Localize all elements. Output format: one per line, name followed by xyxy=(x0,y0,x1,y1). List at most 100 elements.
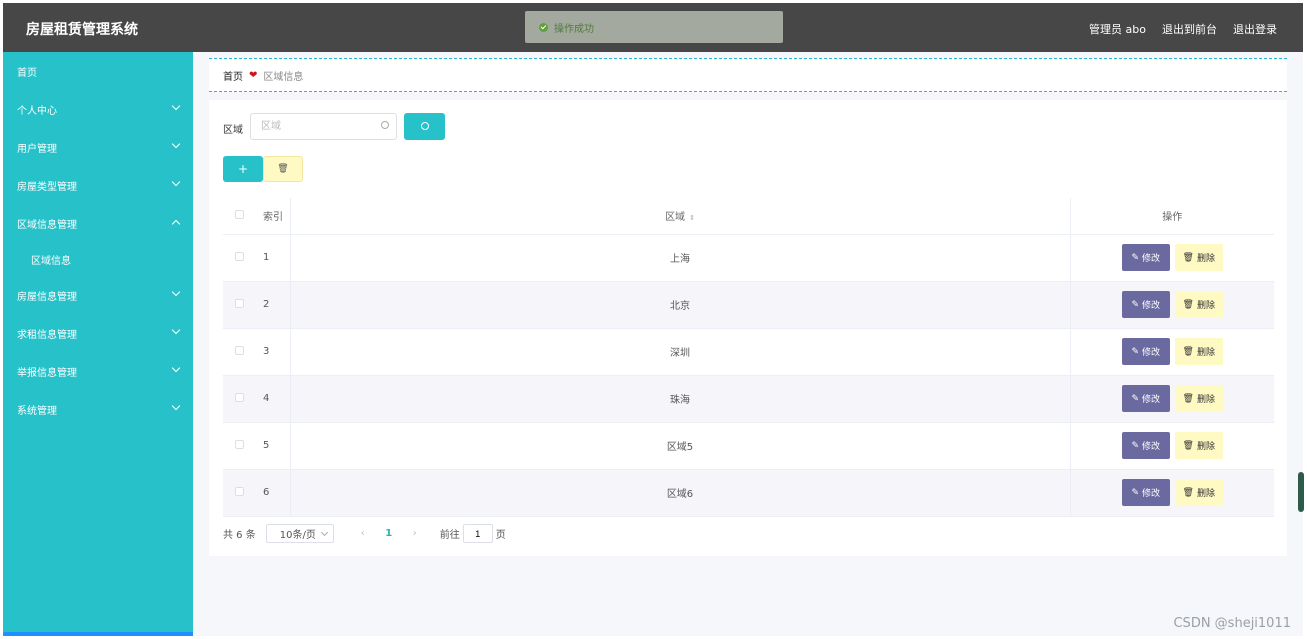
watermark: CSDN @sheji1011 xyxy=(1173,616,1291,631)
edit-button[interactable]: ✎ 修改 xyxy=(1121,291,1170,318)
sidebar-item-label: 系统管理 xyxy=(17,405,57,417)
edit-button[interactable]: ✎ 修改 xyxy=(1121,244,1170,271)
chevron-down-icon xyxy=(171,401,181,411)
header-actions: 管理员 abo 退出到前台 退出登录 xyxy=(1089,21,1277,37)
edit-icon: ✎ xyxy=(1131,252,1140,263)
sidebar-item-users[interactable]: 用户管理 xyxy=(3,137,193,157)
row-index: 1 xyxy=(256,234,291,282)
edit-icon: ✎ xyxy=(1131,299,1140,310)
delete-button[interactable]: 🗑 删除 xyxy=(1174,244,1223,271)
chevron-down-icon xyxy=(171,287,181,297)
delete-label: 删除 xyxy=(1196,442,1215,452)
row-checkbox[interactable] xyxy=(235,392,244,402)
sidebar-item-system[interactable]: 系统管理 xyxy=(3,399,193,419)
row-area: 区域6 xyxy=(290,469,1071,517)
chevron-down-icon xyxy=(171,177,181,187)
edit-label: 修改 xyxy=(1142,489,1161,499)
sidebar-scrollbar[interactable] xyxy=(3,632,198,636)
delete-button[interactable]: 🗑 删除 xyxy=(1174,338,1223,365)
batch-delete-button[interactable]: 🗑 xyxy=(263,156,303,182)
row-checkbox[interactable] xyxy=(235,486,244,496)
trash-icon: 🗑 xyxy=(1182,346,1194,357)
sidebar-item-area-info[interactable]: 区域信息 xyxy=(3,249,193,269)
select-all-checkbox[interactable] xyxy=(235,209,244,219)
table-row: 5 区域5 ✎ 修改 🗑 删除 xyxy=(223,422,1274,470)
sidebar-item-label: 首页 xyxy=(17,67,37,79)
pagination-total: 共 6 条 xyxy=(223,530,256,541)
row-index: 3 xyxy=(256,328,291,376)
row-checkbox[interactable] xyxy=(235,298,244,308)
delete-button[interactable]: 🗑 删除 xyxy=(1174,291,1223,318)
edit-label: 修改 xyxy=(1142,254,1161,264)
sidebar-item-label: 区域信息 xyxy=(31,255,71,267)
prev-page-icon[interactable]: ‹ xyxy=(350,528,376,539)
delete-button[interactable]: 🗑 删除 xyxy=(1174,479,1223,506)
breadcrumb-home[interactable]: 首页 xyxy=(223,68,243,83)
sidebar-item-label: 房屋信息管理 xyxy=(17,291,77,303)
table-row: 1 上海 ✎ 修改 🗑 删除 xyxy=(223,234,1274,282)
edit-button[interactable]: ✎ 修改 xyxy=(1121,385,1170,412)
add-button[interactable]: + xyxy=(223,156,263,182)
delete-label: 删除 xyxy=(1196,348,1215,358)
edit-label: 修改 xyxy=(1142,442,1161,452)
breadcrumb: 首页 ❤ 区域信息 xyxy=(209,58,1287,92)
row-index: 2 xyxy=(256,281,291,329)
area-search-input[interactable] xyxy=(250,113,397,140)
delete-label: 删除 xyxy=(1196,395,1215,405)
delete-label: 删除 xyxy=(1196,489,1215,499)
row-index: 4 xyxy=(256,375,291,423)
page-size-select[interactable]: 10条/页 xyxy=(265,524,334,543)
logout-link[interactable]: 退出登录 xyxy=(1233,21,1277,37)
row-checkbox[interactable] xyxy=(235,251,244,261)
goto-prefix: 前往 xyxy=(439,530,460,541)
sidebar-item-rent-requests[interactable]: 求租信息管理 xyxy=(3,323,193,343)
trash-icon: 🗑 xyxy=(277,164,289,174)
row-area: 上海 xyxy=(290,234,1071,282)
sidebar-item-home[interactable]: 首页 xyxy=(3,61,193,81)
next-page-icon[interactable]: › xyxy=(402,528,428,539)
sidebar-item-area-mgmt[interactable]: 区域信息管理 xyxy=(3,213,193,233)
trash-icon: 🗑 xyxy=(1182,440,1194,451)
header-checkbox-cell xyxy=(223,198,256,235)
sidebar-item-label: 举报信息管理 xyxy=(17,367,77,379)
row-checkbox[interactable] xyxy=(235,345,244,355)
delete-button[interactable]: 🗑 删除 xyxy=(1174,432,1223,459)
row-area: 区域5 xyxy=(290,422,1071,470)
edit-button[interactable]: ✎ 修改 xyxy=(1121,479,1170,506)
current-user: 管理员 abo xyxy=(1089,23,1146,36)
header-area[interactable]: 区域 ⇕ xyxy=(290,198,1071,235)
edit-button[interactable]: ✎ 修改 xyxy=(1121,338,1170,365)
trash-icon: 🗑 xyxy=(1182,299,1194,310)
edit-label: 修改 xyxy=(1142,395,1161,405)
delete-button[interactable]: 🗑 删除 xyxy=(1174,385,1223,412)
sidebar-item-house-info[interactable]: 房屋信息管理 xyxy=(3,285,193,305)
sort-icon[interactable]: ⇕ xyxy=(689,214,695,222)
trash-icon: 🗑 xyxy=(1182,393,1194,404)
sidebar-item-personal[interactable]: 个人中心 xyxy=(3,99,193,119)
content-card: 区域 + 🗑 索引 区域⇕ 操作 1 上海 ✎修改🗑删除 xyxy=(209,100,1287,556)
sidebar-item-label: 用户管理 xyxy=(17,143,57,155)
table-row: 6 区域6 ✎ 修改 🗑 删除 xyxy=(223,469,1274,517)
header-ops: 操作 xyxy=(1070,198,1274,235)
edit-label: 修改 xyxy=(1142,301,1161,311)
search-button[interactable] xyxy=(404,113,445,140)
search-icon xyxy=(421,122,429,130)
area-table: 索引 区域⇕ 操作 1 上海 ✎修改🗑删除 2 北京 ✎修改🗑删除 xyxy=(223,198,1274,517)
row-checkbox[interactable] xyxy=(235,439,244,449)
chevron-down-icon xyxy=(171,325,181,335)
goto-page-input[interactable] xyxy=(462,524,493,543)
sidebar-item-house-types[interactable]: 房屋类型管理 xyxy=(3,175,193,195)
page-number[interactable]: 1 xyxy=(376,528,402,539)
chevron-down-icon xyxy=(171,101,181,111)
page-scrollbar[interactable] xyxy=(1298,472,1304,512)
chevron-down-icon xyxy=(171,139,181,149)
sidebar-item-reports[interactable]: 举报信息管理 xyxy=(3,361,193,381)
front-link[interactable]: 退出到前台 xyxy=(1162,21,1217,37)
main-area: 首页 ❤ 区域信息 区域 + 🗑 索引 区域⇕ 操作 1 上 xyxy=(193,52,1303,636)
goto-suffix: 页 xyxy=(495,530,506,541)
table-row: 2 北京 ✎ 修改 🗑 删除 xyxy=(223,281,1274,329)
edit-button[interactable]: ✎ 修改 xyxy=(1121,432,1170,459)
chevron-up-icon xyxy=(171,219,181,229)
search-icon xyxy=(381,121,389,129)
app-title: 房屋租赁管理系统 xyxy=(26,22,138,38)
